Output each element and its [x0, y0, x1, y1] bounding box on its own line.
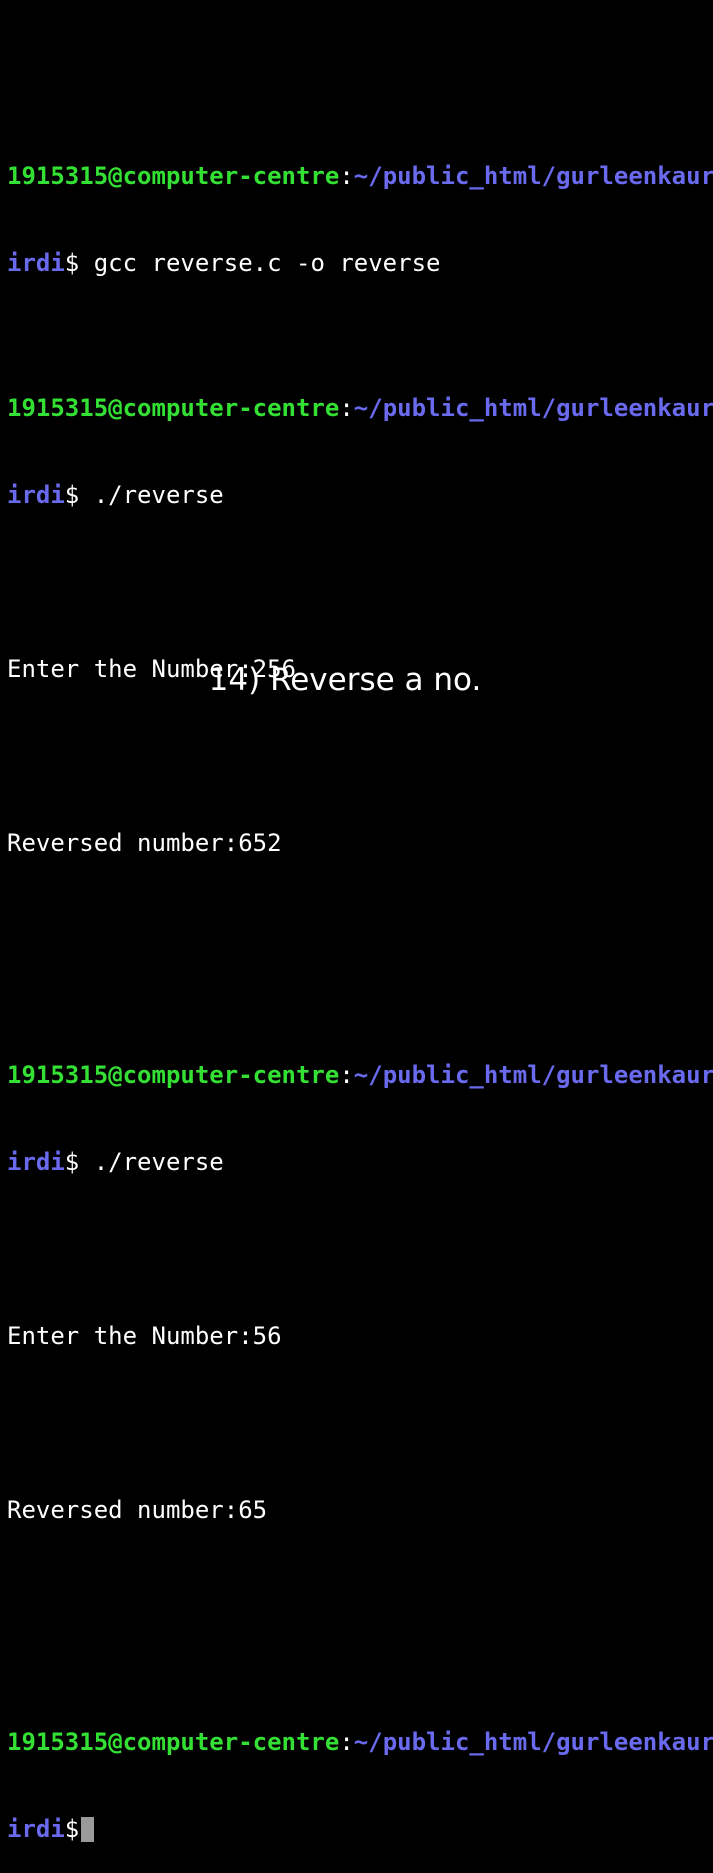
prompt-line: 1915315@computer-centre:~/public_html/gu… — [7, 1061, 713, 1090]
command-text: gcc reverse.c -o reverse — [79, 249, 441, 277]
prompt-line: 1915315@computer-centre:~/public_html/gu… — [7, 1728, 713, 1757]
command-text: ./reverse — [79, 1148, 224, 1176]
prompt-line: 1915315@computer-centre:~/public_html/gu… — [7, 162, 713, 191]
command-text: ./reverse — [79, 481, 224, 509]
prompt-path: ~/public_html/gurleenkaurb — [353, 1061, 713, 1089]
prompt-path-cont: irdi — [7, 1815, 65, 1843]
prompt-path: ~/public_html/gurleenkaurb — [353, 162, 713, 190]
prompt-user-host: 1915315@computer-centre — [7, 1061, 340, 1089]
active-command-line[interactable]: irdi$ — [7, 1815, 711, 1844]
output-line: Reversed number:65 — [7, 1496, 268, 1524]
cursor-block — [81, 1817, 95, 1842]
prompt-line: 1915315@computer-centre:~/public_html/gu… — [7, 394, 713, 423]
prompt-colon: : — [339, 1061, 354, 1089]
terminal-output[interactable]: 1915315@computer-centre:~/public_html/gu… — [7, 75, 713, 1873]
command-line: irdi$ ./reverse — [7, 481, 711, 510]
prompt-user-host: 1915315@computer-centre — [7, 1728, 340, 1756]
prompt-dollar: $ — [64, 481, 80, 509]
prompt-dollar: $ — [64, 249, 80, 277]
prompt-path-cont: irdi — [7, 1148, 65, 1176]
command-line: irdi$ ./reverse — [7, 1148, 711, 1177]
prompt-colon: : — [339, 162, 354, 190]
prompt-path-cont: irdi — [7, 481, 65, 509]
output-line: Reversed number:652 — [7, 829, 282, 857]
prompt-colon: : — [339, 394, 354, 422]
prompt-user-host: 1915315@computer-centre — [7, 162, 340, 190]
prompt-path: ~/public_html/gurleenkaurb — [353, 1728, 713, 1756]
prompt-path: ~/public_html/gurleenkaurb — [353, 394, 713, 422]
prompt-user-host: 1915315@computer-centre — [7, 394, 340, 422]
prompt-colon: : — [339, 1728, 354, 1756]
prompt-dollar: $ — [64, 1815, 80, 1843]
command-line: irdi$ gcc reverse.c -o reverse — [7, 249, 711, 278]
prompt-dollar: $ — [64, 1148, 80, 1176]
output-line: Enter the Number:56 — [7, 1322, 282, 1350]
prompt-path-cont: irdi — [7, 249, 65, 277]
caption-text: 14) Reverse a no. — [208, 662, 482, 698]
